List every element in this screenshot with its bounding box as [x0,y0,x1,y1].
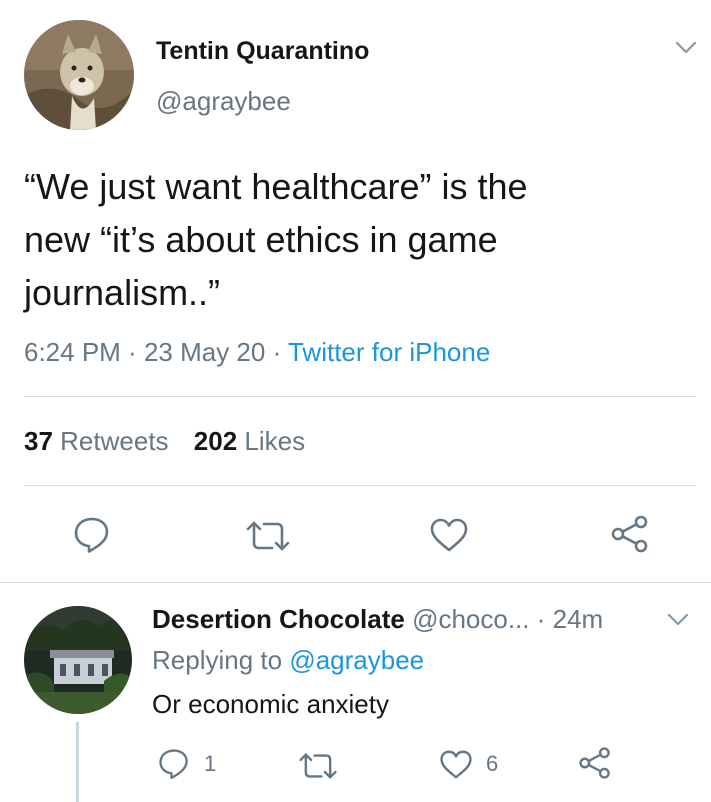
tweet-source-link[interactable]: Twitter for iPhone [288,337,490,367]
like-label: Likes [244,426,306,456]
tweet-text-line: new “it’s about ethics in game [24,219,498,260]
chevron-down-icon[interactable] [666,612,690,628]
like-icon[interactable] [429,517,469,553]
retweet-count: 37 [24,426,53,456]
retweets-stat[interactable]: 37 Retweets [24,426,169,456]
author-handle[interactable]: @agraybee [156,86,291,117]
retweet-label: Retweets [60,426,169,456]
tweet-stats: 37 Retweets 202 Likes [24,426,305,457]
retweet-icon[interactable] [245,519,291,553]
like-count: 202 [193,426,238,456]
replying-to-line: Replying to @agraybee [152,645,424,676]
divider [24,396,696,397]
tweet-meta: 6:24 PM · 23 May 20 · Twitter for iPhone [24,337,490,368]
reply-like-count: 6 [486,751,499,776]
retweet-icon[interactable] [298,751,338,781]
reply-header: Desertion Chocolate @choco... · 24m [152,604,603,635]
reply-author-name[interactable]: Desertion Chocolate [152,604,405,634]
tweet-text-line: journalism..” [24,272,221,313]
chevron-down-icon[interactable] [674,40,698,56]
tweet-time: 6:24 PM [24,337,121,367]
tweet-text: “We just want healthcare” is the new “it… [24,160,528,319]
meta-separator: · [120,337,144,367]
meta-separator: · [265,337,288,367]
divider [24,485,696,486]
tweet-text-line: “We just want healthcare” is the [24,166,528,207]
reply-time[interactable]: · 24m [537,604,603,634]
thread-line [76,722,79,802]
share-icon[interactable] [610,514,650,554]
divider [0,582,711,583]
author-name[interactable]: Tentin Quarantino [156,37,369,66]
replying-to-link[interactable]: @agraybee [289,645,424,675]
like-icon[interactable] [439,749,473,780]
reply-author-handle[interactable]: @choco... [412,604,529,634]
reply-icon[interactable] [158,748,190,780]
share-icon[interactable] [578,746,612,780]
reply-count: 1 [204,751,217,776]
tweet-date: 23 May 20 [143,337,266,367]
reply-author-avatar[interactable] [24,606,132,714]
reply-text: Or economic anxiety [152,689,389,719]
reply-icon[interactable] [73,516,111,554]
author-avatar[interactable] [24,20,134,130]
likes-stat[interactable]: 202 Likes [194,426,305,456]
replying-to-label: Replying to [152,645,290,675]
